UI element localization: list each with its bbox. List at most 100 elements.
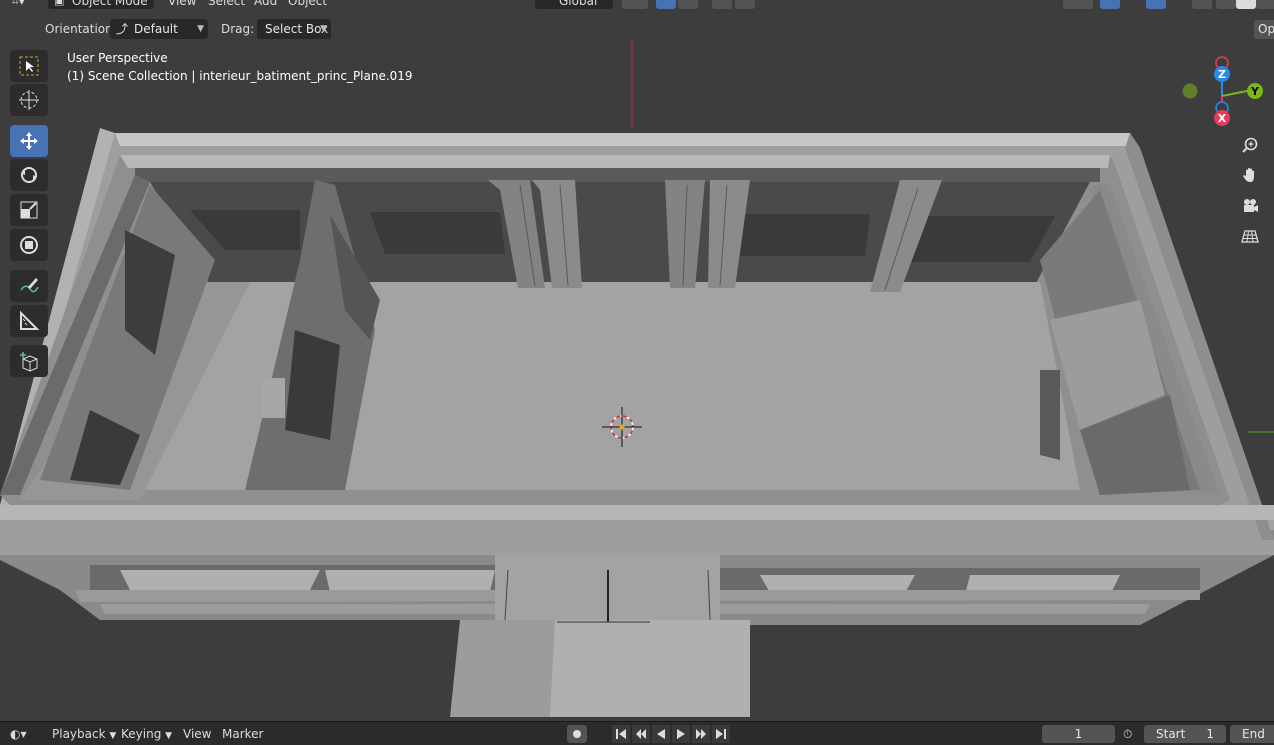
play-reverse-icon (657, 729, 665, 739)
annotate-pencil-icon (20, 278, 39, 293)
wireframe-shading-button[interactable] (1216, 0, 1236, 9)
ortho-grid-icon (1241, 230, 1259, 243)
scene-render (0, 40, 1274, 717)
visibility-button[interactable] (1063, 0, 1093, 9)
svg-text:X: X (1218, 112, 1227, 125)
marker-menu[interactable]: Marker (222, 726, 263, 742)
playback-menu-label: Playback (52, 727, 106, 741)
pan-button[interactable] (1237, 162, 1263, 188)
orientation-label: Orientation: (45, 22, 117, 36)
zoom-icon (1242, 137, 1258, 153)
add-cube-tool[interactable] (10, 345, 48, 377)
end-frame-field[interactable]: End (1230, 725, 1274, 743)
gizmo-x-axis-icon: X (1214, 110, 1230, 126)
zoom-button[interactable] (1237, 132, 1263, 158)
3d-viewport[interactable]: ⌗▾ ▣ Object Mode View Select Add Object … (0, 0, 1274, 717)
start-value: 1 (1206, 727, 1214, 741)
play-button[interactable] (672, 725, 690, 743)
timeline-editor-icon[interactable]: ◐▾ (10, 726, 27, 742)
menu-add[interactable]: Add (254, 0, 277, 9)
record-icon (573, 730, 581, 738)
pivot-point-button[interactable] (622, 0, 648, 9)
svg-text:Y: Y (1250, 85, 1260, 98)
play-icon (677, 729, 685, 739)
snap-toggle-button[interactable] (656, 0, 676, 9)
select-box-icon (19, 56, 39, 76)
snap-target-button[interactable] (678, 0, 698, 9)
jump-start-button[interactable] (612, 725, 630, 743)
annotate-tool[interactable] (10, 270, 48, 302)
scale-tool[interactable] (10, 194, 48, 226)
transform-orientation-dropdown[interactable]: Global (535, 0, 613, 9)
solid-shading-button[interactable] (1236, 0, 1256, 9)
measure-ruler-icon (20, 310, 40, 330)
orientation-icon: ⤴ (116, 22, 129, 36)
proportional-edit-button[interactable] (712, 0, 732, 9)
next-keyframe-icon (696, 729, 706, 739)
cursor-tool[interactable] (10, 84, 48, 116)
chevron-down-icon: ▼ (109, 731, 117, 741)
falloff-button[interactable] (735, 0, 755, 9)
measure-tool[interactable] (10, 305, 48, 337)
jump-end-icon (716, 729, 726, 739)
menu-select[interactable]: Select (208, 0, 245, 9)
prev-keyframe-button[interactable] (632, 725, 650, 743)
drag-dropdown[interactable]: Select Box ▼ (257, 19, 331, 39)
transform-orientation-label: Global (559, 0, 598, 8)
rotate-tool[interactable] (10, 159, 48, 191)
material-shading-button[interactable] (1256, 0, 1274, 9)
drag-value: Select Box (265, 22, 329, 36)
playback-menu[interactable]: Playback ▼ (52, 726, 116, 742)
start-label: Start (1156, 727, 1186, 741)
rotate-icon (21, 167, 37, 183)
viewport-header: ⌗▾ ▣ Object Mode View Select Add Object … (0, 0, 1274, 10)
scale-icon (20, 201, 38, 219)
collection-info: (1) Scene Collection | interieur_batimen… (67, 69, 413, 83)
svg-text:Z: Z (1218, 68, 1226, 81)
prev-keyframe-icon (636, 729, 646, 739)
camera-view-button[interactable] (1237, 193, 1263, 219)
start-frame-field[interactable]: Start 1 (1144, 725, 1226, 743)
mode-label: Object Mode (72, 0, 148, 8)
xray-button[interactable] (1192, 0, 1212, 9)
jump-end-button[interactable] (712, 725, 730, 743)
mode-icon: ▣ (54, 0, 65, 7)
overlay-toggle-button[interactable] (1146, 0, 1166, 9)
select-box-tool[interactable] (10, 50, 48, 82)
view-name: User Perspective (67, 51, 168, 65)
menu-object[interactable]: Object (288, 0, 327, 9)
orientation-dropdown[interactable]: ⤴ Default ▼ (110, 19, 208, 39)
gizmo-y-axis-icon: Y (1247, 83, 1263, 99)
editor-type-icon[interactable]: ⌗▾ (12, 0, 25, 9)
pan-hand-icon (1243, 168, 1254, 182)
tool-settings-bar: Orientation: ⤴ Default ▼ Drag: Select Bo… (0, 18, 1274, 40)
navigation-gizmo[interactable]: Z Y X (1180, 55, 1266, 129)
timeline-view-menu[interactable]: View (183, 726, 211, 742)
keying-menu[interactable]: Keying ▼ (121, 726, 172, 742)
stopwatch-icon[interactable]: ⏱ (1123, 726, 1132, 742)
next-keyframe-button[interactable] (692, 725, 710, 743)
mode-dropdown[interactable]: ▣ Object Mode (48, 0, 154, 9)
back-wall (135, 168, 1100, 182)
viewport-info: User Perspective (1) Scene Collection | … (67, 49, 413, 85)
options-button[interactable]: Op (1254, 20, 1274, 39)
add-cube-icon (20, 352, 38, 372)
gizmo-z-axis-icon: Z (1214, 66, 1230, 82)
current-frame-field[interactable]: 1 (1042, 725, 1115, 743)
record-button[interactable] (567, 725, 587, 743)
transform-icon (20, 236, 38, 254)
ortho-toggle-button[interactable] (1237, 223, 1263, 249)
play-reverse-button[interactable] (652, 725, 670, 743)
camera-icon (1244, 199, 1258, 212)
transform-tool[interactable] (10, 229, 48, 261)
orientation-value: Default (134, 22, 178, 36)
gizmo-toggle-button[interactable] (1100, 0, 1120, 9)
menu-view[interactable]: View (168, 0, 196, 9)
keying-menu-label: Keying (121, 727, 162, 741)
chevron-down-icon: ▼ (320, 24, 327, 34)
cursor-icon (19, 90, 39, 110)
drag-label: Drag: (221, 22, 255, 36)
timeline-header: ◐▾ Playback ▼ Keying ▼ View Marker 1 ⏱ S… (0, 721, 1274, 745)
move-tool[interactable] (10, 125, 48, 157)
chevron-down-icon: ▼ (165, 731, 173, 741)
